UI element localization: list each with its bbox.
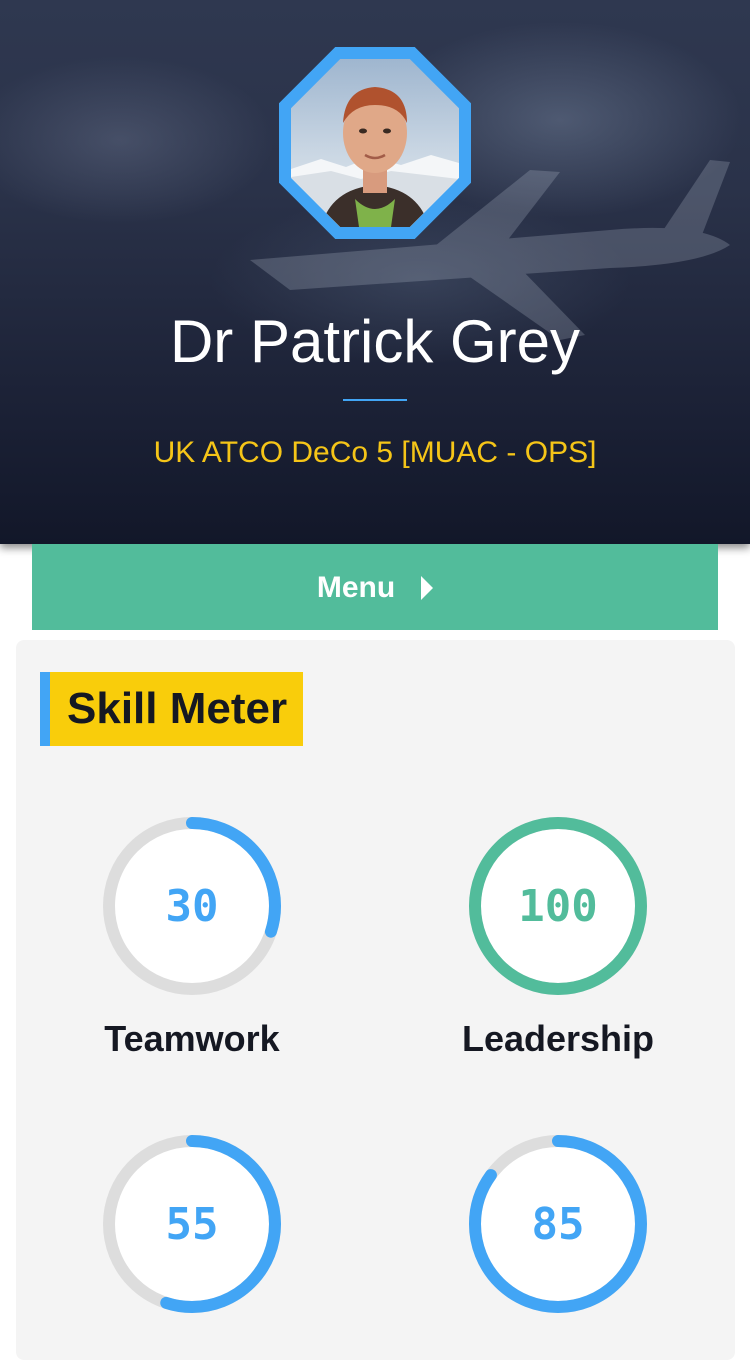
skill-item-teamwork: 30 Teamwork (52, 816, 332, 1060)
profile-role: UK ATCO DeCo 5 [MUAC - OPS] (153, 436, 597, 469)
skill-meter-card: Skill Meter 30 Teamwork 100 Leadership 5… (16, 640, 735, 1360)
skill-label: Leadership (461, 1018, 655, 1059)
person-photo-icon (291, 59, 459, 227)
skill-value: 30 (165, 880, 219, 932)
skill-ring: 55 (102, 1134, 282, 1314)
skill-ring: 85 (468, 1134, 648, 1314)
menu-label: Menu (316, 571, 396, 604)
skill-value: 55 (165, 1198, 219, 1250)
skill-item-4: 85 (418, 1134, 698, 1336)
skill-item-3: 55 (52, 1134, 332, 1336)
name-divider (343, 399, 407, 401)
avatar-photo (291, 59, 459, 227)
section-title: Skill Meter (40, 672, 304, 746)
profile-name: Dr Patrick Grey (169, 308, 581, 375)
profile-header: Dr Patrick Grey UK ATCO DeCo 5 [MUAC - O… (0, 0, 750, 544)
caret-right-icon (421, 576, 434, 600)
skill-ring: 30 (102, 816, 282, 996)
skill-label: Teamwork (104, 1018, 280, 1059)
skill-ring: 100 (468, 816, 648, 996)
skill-item-leadership: 100 Leadership (418, 816, 698, 1060)
menu-button[interactable]: Menu (32, 544, 718, 630)
skill-value: 100 (518, 880, 598, 932)
avatar (279, 47, 471, 239)
skill-value: 85 (531, 1198, 585, 1250)
